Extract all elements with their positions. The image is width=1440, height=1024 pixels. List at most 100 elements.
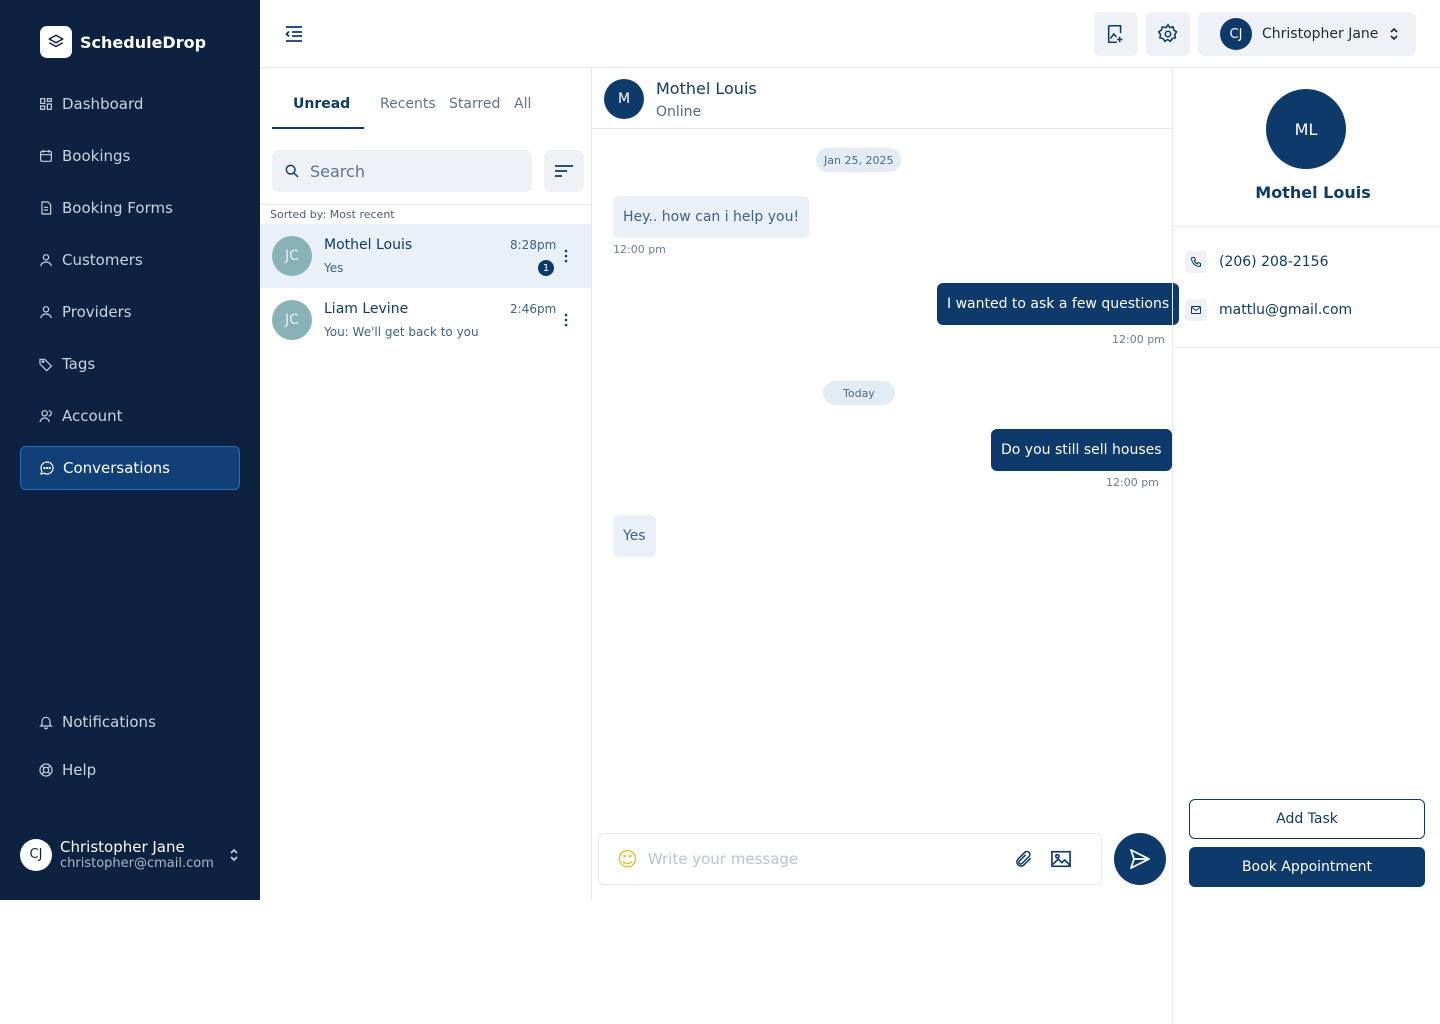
contact-email: mattlu@gmail.com bbox=[1219, 302, 1353, 318]
unread-badge: 1 bbox=[538, 260, 554, 276]
contact-phone: (206) 208-2156 bbox=[1219, 254, 1329, 270]
user-icon bbox=[40, 306, 52, 319]
chat-contact-status: Online bbox=[656, 104, 702, 120]
sidebar-item-dashboard[interactable]: Dashboard bbox=[20, 82, 240, 126]
image-icon[interactable] bbox=[1050, 849, 1072, 869]
sidebar-item-label: Conversations bbox=[63, 459, 170, 477]
sidebar-item-customers[interactable]: Customers bbox=[20, 238, 240, 282]
sidebar-item-tags[interactable]: Tags bbox=[20, 342, 240, 386]
phone-icon bbox=[1185, 251, 1207, 273]
chat-header: M Mothel Louis Online bbox=[592, 68, 1172, 129]
message-bubble-incoming: Hey.. how can i help you! bbox=[613, 196, 810, 238]
collapse-menu-icon[interactable] bbox=[284, 24, 304, 44]
message-input[interactable] bbox=[647, 850, 1008, 868]
tag-icon bbox=[39, 358, 53, 372]
emoji-icon[interactable]: ☺ bbox=[617, 847, 638, 871]
chat-panel: M Mothel Louis Online Jan 25, 2025 Hey..… bbox=[592, 68, 1180, 900]
bell-icon bbox=[39, 716, 53, 730]
message-bubble-incoming: Yes bbox=[613, 515, 656, 557]
avatar: JC bbox=[272, 236, 312, 276]
avatar: M bbox=[604, 79, 644, 119]
contact-profile-panel: ML Mothel Louis (206) 208-2156 mattlu@gm… bbox=[1172, 68, 1440, 1024]
list-item[interactable]: JC Mothel Louis Yes 8:28pm 1 bbox=[260, 224, 591, 288]
chat-icon bbox=[40, 461, 54, 475]
sidebar-nav: Dashboard Bookings Booking Forms Custome… bbox=[20, 82, 240, 498]
sort-lines-icon bbox=[555, 165, 573, 177]
user-icon bbox=[40, 254, 52, 267]
message-time: 12:00 pm bbox=[613, 243, 666, 256]
sidebar-item-label: Notifications bbox=[62, 713, 156, 731]
sidebar-bottom-nav: Notifications Help bbox=[20, 700, 240, 796]
conversation-preview: Yes bbox=[324, 261, 344, 275]
contact-email-row[interactable]: mattlu@gmail.com bbox=[1185, 299, 1352, 321]
more-vertical-icon[interactable] bbox=[562, 312, 570, 328]
sidebar-item-label: Tags bbox=[62, 355, 96, 373]
chevron-up-down-icon bbox=[1390, 27, 1398, 41]
sidebar-item-label: Customers bbox=[62, 251, 143, 269]
message-bubble-outgoing: Do you still sell houses bbox=[991, 429, 1172, 471]
avatar: CJ bbox=[20, 838, 52, 871]
avatar: ML bbox=[1266, 89, 1346, 169]
gear-icon bbox=[1157, 23, 1178, 43]
brand[interactable]: ScheduleDrop bbox=[40, 26, 206, 58]
chevron-up-down-icon[interactable] bbox=[228, 847, 240, 863]
document-icon bbox=[41, 201, 52, 215]
header-user-menu[interactable]: CJ Christopher Jane bbox=[1198, 12, 1416, 56]
sidebar-item-conversations[interactable]: Conversations bbox=[20, 446, 240, 490]
sidebar-item-label: Account bbox=[62, 407, 123, 425]
sidebar-item-account[interactable]: Account bbox=[20, 394, 240, 438]
paperclip-icon[interactable] bbox=[1014, 849, 1034, 869]
tab-starred[interactable]: Starred bbox=[449, 96, 500, 112]
message-time: 12:00 pm bbox=[1112, 333, 1165, 346]
send-icon bbox=[1130, 849, 1150, 869]
tab-unread[interactable]: Unread bbox=[293, 96, 350, 112]
users-icon bbox=[39, 410, 52, 423]
sidebar-item-help[interactable]: Help bbox=[20, 748, 240, 792]
sort-filter-button[interactable] bbox=[544, 150, 584, 192]
conversation-list-panel: Unread Recents Starred All Sorted by: Mo… bbox=[260, 68, 592, 900]
sidebar-item-label: Help bbox=[62, 761, 97, 779]
sidebar-item-providers[interactable]: Providers bbox=[20, 290, 240, 334]
message-composer: ☺ bbox=[598, 833, 1102, 885]
conversation-tabs: Unread Recents Starred All bbox=[272, 86, 582, 130]
date-separator: Jan 25, 2025 bbox=[816, 148, 902, 172]
avatar: CJ bbox=[1220, 18, 1252, 50]
header-user-name: Christopher Jane bbox=[1262, 26, 1379, 42]
sidebar-user-card[interactable]: CJ Christopher Jane christopher@cmail.co… bbox=[20, 838, 240, 871]
send-button[interactable] bbox=[1114, 833, 1166, 885]
search-input[interactable] bbox=[310, 161, 510, 181]
lifebuoy-icon bbox=[39, 763, 53, 777]
date-separator: Today bbox=[823, 381, 895, 405]
search-box bbox=[272, 150, 532, 192]
divider bbox=[1173, 347, 1440, 348]
settings-button[interactable] bbox=[1146, 12, 1190, 56]
avatar: JC bbox=[272, 300, 312, 340]
conversation-name: Mothel Louis bbox=[324, 237, 413, 253]
divider bbox=[1173, 226, 1440, 227]
sidebar-item-booking-forms[interactable]: Booking Forms bbox=[20, 186, 240, 230]
contact-phone-row[interactable]: (206) 208-2156 bbox=[1185, 251, 1329, 273]
list-item[interactable]: JC Liam Levine You: We'll get back to yo… bbox=[260, 288, 591, 352]
sidebar-item-label: Dashboard bbox=[62, 95, 144, 113]
tab-all[interactable]: All bbox=[514, 96, 531, 112]
divider bbox=[260, 204, 592, 205]
message-time: 12:00 pm bbox=[1106, 476, 1159, 489]
sidebar: ScheduleDrop Dashboard Bookings Booking … bbox=[0, 0, 260, 900]
chat-contact-name: Mothel Louis bbox=[656, 79, 757, 98]
sorted-by-label: Sorted by: Most recent bbox=[270, 208, 395, 221]
mail-icon bbox=[1185, 299, 1207, 321]
add-task-button[interactable]: Add Task bbox=[1189, 799, 1425, 839]
conversation-time: 2:46pm bbox=[510, 302, 557, 316]
grid-icon bbox=[40, 98, 52, 110]
book-appointment-button[interactable]: Book Appointment bbox=[1189, 847, 1425, 887]
sidebar-item-notifications[interactable]: Notifications bbox=[20, 700, 240, 744]
conversation-preview: You: We'll get back to you bbox=[324, 325, 479, 339]
image-add-icon bbox=[1107, 24, 1123, 44]
conversation-time: 8:28pm bbox=[510, 238, 557, 252]
tab-recents[interactable]: Recents bbox=[380, 96, 436, 112]
conversation-name: Liam Levine bbox=[324, 301, 409, 317]
sidebar-item-bookings[interactable]: Bookings bbox=[20, 134, 240, 178]
more-vertical-icon[interactable] bbox=[562, 248, 570, 264]
sidebar-item-label: Providers bbox=[62, 303, 132, 321]
add-image-button[interactable] bbox=[1094, 12, 1138, 56]
